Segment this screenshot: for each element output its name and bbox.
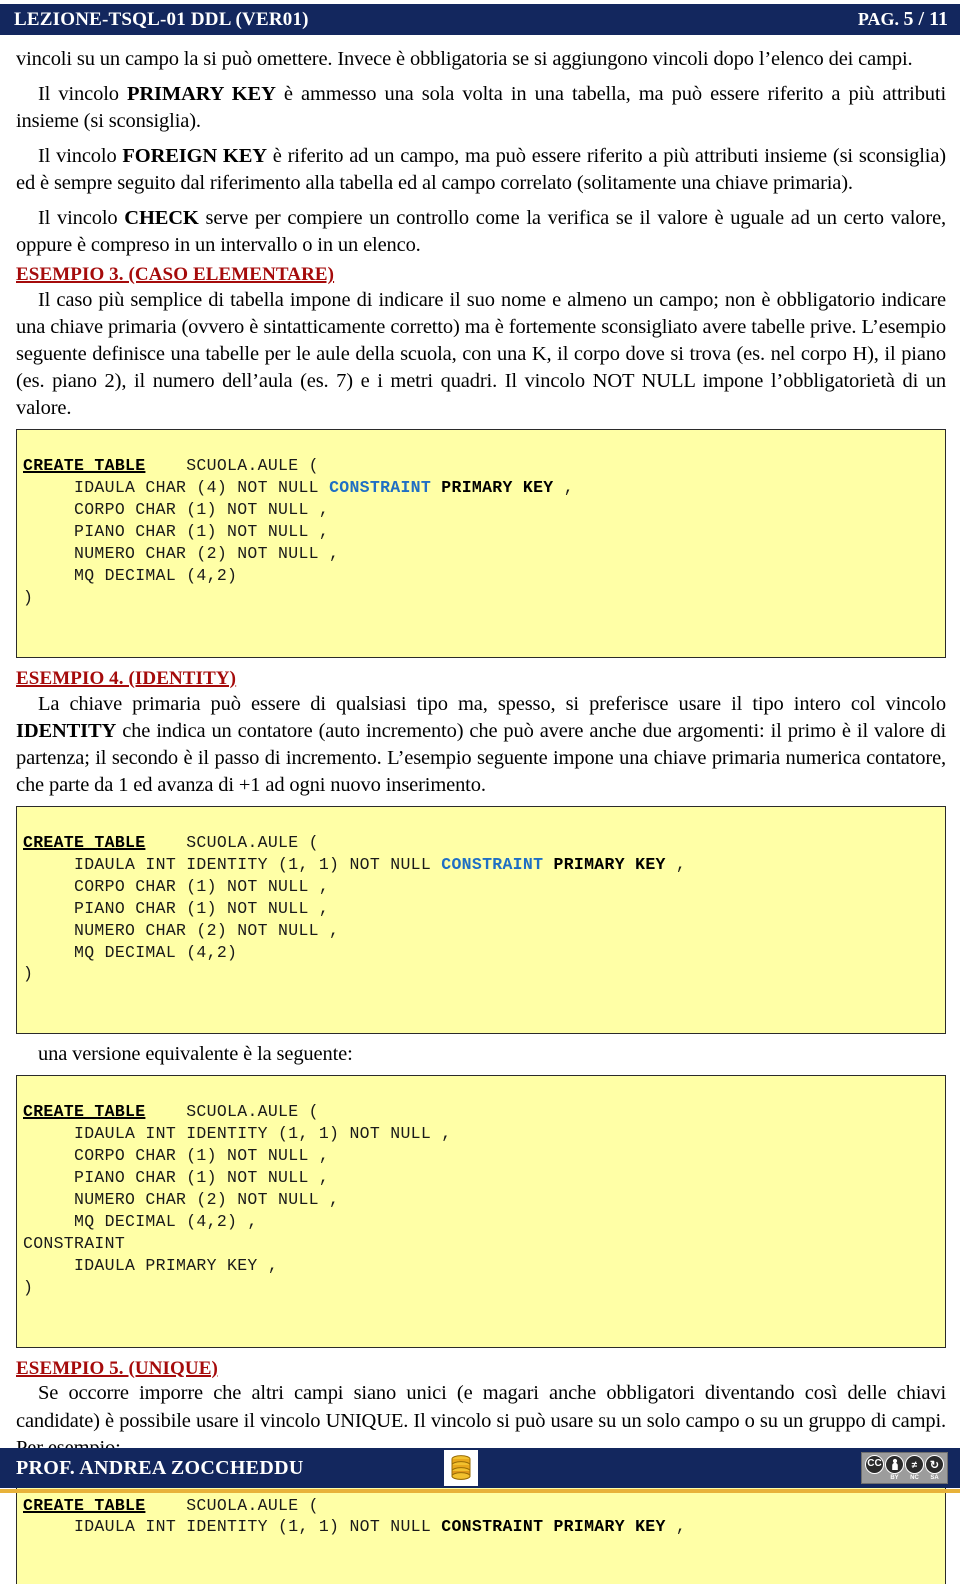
code-line: CORPO CHAR (1) NOT NULL ,	[23, 1146, 330, 1166]
code-block-create-table-basic: CREATE TABLE SCUOLA.AULE ( IDAULA CHAR (…	[16, 429, 946, 658]
svg-text:≠: ≠	[912, 1460, 918, 1471]
paragraph-esempio-4: La chiave primaria può essere di qualsia…	[16, 691, 946, 799]
sql-keyword-constraint: CONSTRAINT	[441, 854, 544, 874]
code-text: IDAULA INT IDENTITY (1, 1) NOT NULL	[23, 1517, 442, 1537]
sql-keyword-constraint: CONSTRAINT	[329, 478, 432, 498]
database-icon	[444, 1450, 478, 1486]
code-text: ,	[665, 1517, 687, 1537]
sql-keyword-constraint-primary-key: CONSTRAINT PRIMARY KEY	[441, 1517, 666, 1537]
keyword-foreign-key: FOREIGN KEY	[122, 145, 267, 168]
code-line: PIANO CHAR (1) NOT NULL ,	[23, 1168, 330, 1188]
code-text: ,	[553, 478, 574, 498]
footer-bar: PROF. ANDREA ZOCCHEDDU CC BY ≠ NC ↻ SA	[0, 1448, 960, 1488]
paragraph-primary-key: Il vincolo PRIMARY KEY è ammesso una sol…	[16, 81, 946, 135]
cc-nc-label: NC	[910, 1474, 919, 1481]
code-text: ,	[665, 854, 687, 874]
heading-esempio-3: ESEMPIO 3. (CASO ELEMENTARE)	[16, 264, 335, 286]
code-line: )	[23, 1277, 34, 1297]
document-title: LEZIONE-TSQL-01 DDL (VER01)	[14, 8, 309, 30]
heading-wrap-esempio-3: ESEMPIO 3. (CASO ELEMENTARE)	[16, 261, 946, 287]
code-line: CREATE TABLE SCUOLA.AULE (	[23, 1101, 939, 1123]
cc-by-label: BY	[890, 1474, 899, 1481]
code-line: MQ DECIMAL (4,2)	[23, 566, 238, 586]
code-line: )	[23, 588, 34, 608]
paragraph-check: Il vincolo CHECK serve per compiere un c…	[16, 205, 946, 259]
cc-nc-cell: ≠ NC	[905, 1454, 924, 1482]
keyword-identity: IDENTITY	[16, 719, 117, 742]
paragraph-continuation: vincoli su un campo la si può omettere. …	[16, 48, 913, 70]
code-line: CORPO CHAR (1) NOT NULL ,	[23, 876, 330, 896]
sql-keyword-create-table: CREATE TABLE	[23, 456, 146, 476]
keyword-check: CHECK	[124, 207, 199, 230]
code-line: NUMERO CHAR (2) NOT NULL ,	[23, 1190, 340, 1210]
code-line: PIANO CHAR (1) NOT NULL ,	[23, 898, 330, 918]
sql-keyword-primary-key: PRIMARY KEY	[543, 854, 666, 874]
code-text: SCUOLA.AULE (	[145, 832, 319, 852]
cc-sa-label: SA	[930, 1474, 939, 1481]
code-line: CREATE TABLE SCUOLA.AULE (	[23, 1495, 939, 1517]
text-run: Il vincolo	[38, 145, 123, 168]
sql-keyword-primary-key: PRIMARY KEY	[431, 478, 554, 498]
footer-gold-rule	[0, 1489, 960, 1493]
page-label: PAG.	[857, 9, 900, 29]
heading-wrap-esempio-4: ESEMPIO 4. (IDENTITY)	[16, 665, 946, 691]
text-run: La chiave primaria può essere di qualsia…	[38, 692, 946, 715]
attribution-person-icon	[885, 1454, 904, 1474]
heading-esempio-4: ESEMPIO 4. (IDENTITY)	[16, 667, 237, 689]
heading-esempio-5: ESEMPIO 5. (UNIQUE)	[16, 1357, 218, 1379]
page-header: LEZIONE-TSQL-01 DDL (VER01) PAG. 5 / 11	[0, 4, 960, 35]
page-footer: PROF. ANDREA ZOCCHEDDU CC BY ≠ NC ↻ SA	[0, 1448, 960, 1493]
code-text: IDAULA CHAR (4) NOT NULL	[23, 478, 330, 498]
code-line: IDAULA CHAR (4) NOT NULL CONSTRAINT PRIM…	[23, 477, 939, 499]
code-line: IDAULA INT IDENTITY (1, 1) NOT NULL CONS…	[23, 854, 939, 876]
cc-by-cell: BY	[885, 1454, 904, 1482]
code-line: CREATE TABLE SCUOLA.AULE (	[23, 455, 939, 477]
paragraph-foreign-key: Il vincolo FOREIGN KEY è riferito ad un …	[16, 143, 946, 197]
sharealike-arrow-icon: ↻	[925, 1454, 944, 1474]
text-run: Il vincolo	[38, 83, 128, 106]
cc-logo-cell: CC	[865, 1454, 884, 1482]
cc-sa-cell: ↻ SA	[925, 1454, 944, 1482]
code-text: SCUOLA.AULE (	[145, 1495, 319, 1515]
code-line: IDAULA INT IDENTITY (1, 1) NOT NULL ,	[23, 1124, 452, 1144]
paragraph-versione-equivalente: una versione equivalente è la seguente:	[38, 1043, 353, 1066]
code-line: CREATE TABLE SCUOLA.AULE (	[23, 832, 939, 854]
page-number: 5 / 11	[903, 8, 948, 30]
document-content: vincoli su un campo la si può omettere. …	[16, 46, 946, 1591]
code-text: SCUOLA.AULE (	[145, 456, 319, 476]
svg-text:↻: ↻	[930, 1459, 939, 1471]
footer-author: PROF. ANDREA ZOCCHEDDU	[16, 1456, 304, 1479]
code-line: MQ DECIMAL (4,2) ,	[23, 1211, 258, 1231]
code-line: IDAULA PRIMARY KEY ,	[23, 1255, 279, 1275]
text-run: Il vincolo	[38, 207, 125, 230]
keyword-primary-key: PRIMARY KEY	[127, 83, 276, 106]
code-line: CONSTRAINT	[23, 1233, 126, 1253]
code-block-create-table-identity: CREATE TABLE SCUOLA.AULE ( IDAULA INT ID…	[16, 805, 946, 1035]
code-line: CORPO CHAR (1) NOT NULL ,	[23, 500, 330, 520]
sql-keyword-create-table: CREATE TABLE	[23, 832, 146, 852]
sql-keyword-create-table: CREATE TABLE	[23, 1495, 146, 1515]
code-line: NUMERO CHAR (2) NOT NULL ,	[23, 544, 340, 564]
code-line: NUMERO CHAR (2) NOT NULL ,	[23, 920, 340, 940]
code-text: IDAULA INT IDENTITY (1, 1) NOT NULL	[23, 854, 442, 874]
cc-icon: CC	[865, 1454, 884, 1474]
code-line: PIANO CHAR (1) NOT NULL ,	[23, 522, 330, 542]
code-block-create-table-constraint: CREATE TABLE SCUOLA.AULE ( IDAULA INT ID…	[16, 1075, 946, 1348]
heading-wrap-esempio-5: ESEMPIO 5. (UNIQUE)	[16, 1355, 946, 1381]
sql-keyword-create-table: CREATE TABLE	[23, 1102, 146, 1122]
paragraph-esempio-3: Il caso più semplice di tabella impone d…	[16, 289, 946, 420]
text-run: che indica un contatore (auto incremento…	[16, 719, 946, 796]
page-indicator: PAG. 5 / 11	[858, 8, 948, 31]
code-line: IDAULA INT IDENTITY (1, 1) NOT NULL CONS…	[23, 1516, 939, 1538]
code-line: MQ DECIMAL (4,2)	[23, 942, 238, 962]
code-line: )	[23, 964, 34, 984]
code-text: SCUOLA.AULE (	[145, 1102, 319, 1122]
creative-commons-badge[interactable]: CC BY ≠ NC ↻ SA	[861, 1452, 948, 1484]
noncommercial-crossed-currency-icon: ≠	[905, 1454, 924, 1474]
